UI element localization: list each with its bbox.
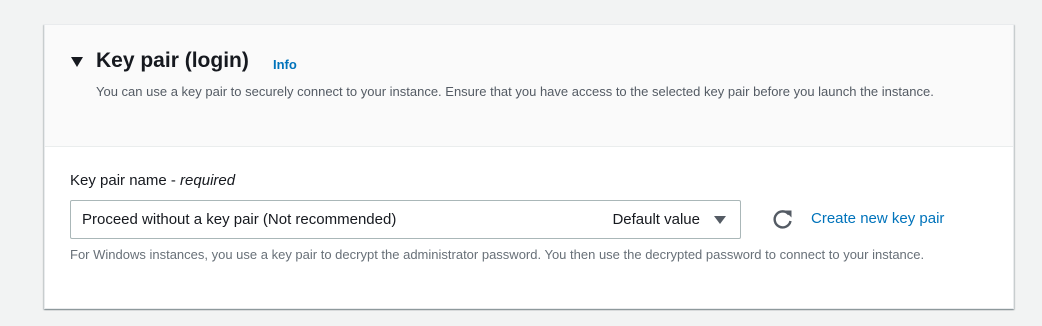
field-label-text: Key pair name - [70, 172, 181, 189]
key-pair-select[interactable]: Proceed without a key pair (Not recommen… [70, 200, 741, 239]
section-description: You can use a key pair to securely conne… [96, 84, 934, 99]
key-pair-name-label: Key pair name - required [70, 171, 235, 191]
caret-down-icon[interactable] [70, 56, 84, 68]
default-value-tag: Default value [612, 211, 700, 228]
panel-header: Key pair (login) Info You can use a key … [45, 25, 1013, 147]
field-hint: For Windows instances, you use a key pai… [70, 247, 925, 262]
required-label: required [180, 172, 236, 189]
info-link[interactable]: Info [273, 57, 297, 73]
refresh-icon[interactable] [770, 206, 796, 232]
selected-key-pair: Proceed without a key pair (Not recommen… [82, 211, 397, 228]
create-new-key-pair-link[interactable]: Create new key pair [811, 209, 944, 229]
key-pair-panel: Key pair (login) Info You can use a key … [44, 24, 1014, 309]
dropdown-caret-icon [714, 216, 726, 224]
section-title[interactable]: Key pair (login) [96, 47, 249, 75]
